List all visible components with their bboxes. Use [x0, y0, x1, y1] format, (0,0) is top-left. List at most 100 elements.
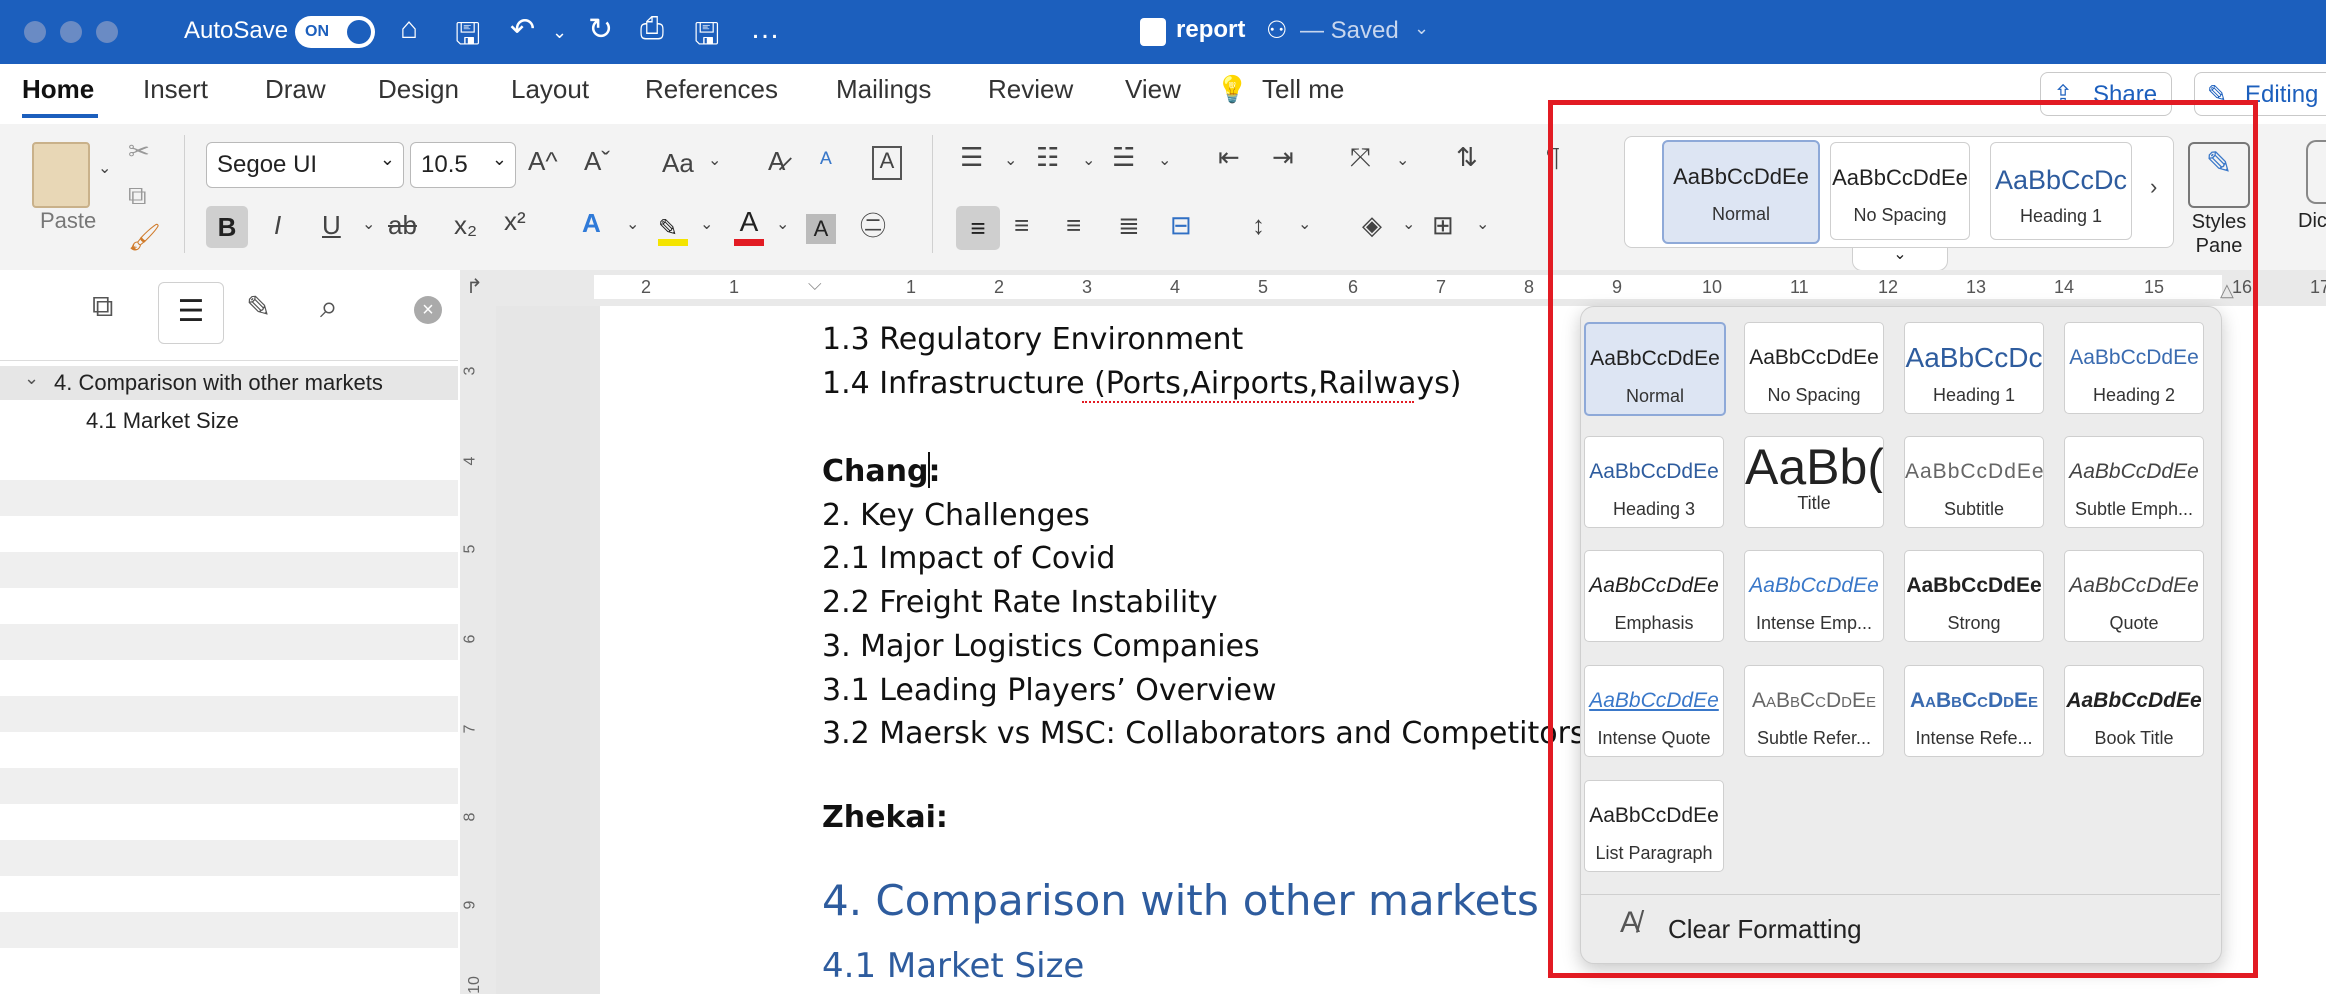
nav-item-heading-2[interactable]: 4.1 Market Size [86, 408, 239, 434]
change-case-button[interactable]: Aa [662, 148, 694, 179]
shading-icon[interactable]: ◈ [1362, 210, 1382, 241]
font-name-select[interactable]: Segoe UI ⌄ [206, 142, 404, 188]
nav-item-heading-1[interactable]: 4. Comparison with other markets [54, 370, 383, 396]
doc-line[interactable]: 2.2 Freight Rate Instability [822, 585, 1218, 620]
character-border-icon[interactable]: A [872, 146, 902, 180]
bold-button[interactable]: B [206, 206, 248, 248]
decrease-indent-icon[interactable]: ⇤ [1218, 142, 1240, 173]
text-effects-icon[interactable]: A [582, 208, 601, 239]
doc-line-zhekai[interactable]: Zhekai: [822, 800, 948, 835]
bullets-icon[interactable]: ☰ [960, 142, 983, 173]
save-as-icon[interactable]: 🖫 [694, 12, 720, 63]
chevron-down-icon[interactable]: ⌄ [776, 214, 789, 234]
chevron-down-icon[interactable]: ⌄ [1402, 214, 1415, 234]
cut-icon[interactable]: ✂ [128, 136, 150, 167]
tab-review[interactable]: Review [988, 74, 1073, 105]
undo-icon[interactable]: ↶ [510, 12, 535, 47]
doc-line[interactable]: 1.4 Infrastructure (Ports,Airports,Railw… [822, 366, 1462, 401]
chevron-down-icon[interactable]: ⌄ [1396, 150, 1409, 170]
highlight-icon[interactable]: ✎ [658, 214, 688, 246]
phonetic-guide-icon[interactable]: ᴬ [820, 146, 832, 177]
enclose-characters-icon[interactable]: ㊁ [860, 206, 886, 243]
tab-mailings[interactable]: Mailings [836, 74, 931, 105]
tab-references[interactable]: References [645, 74, 778, 105]
zoom-window-button[interactable] [96, 21, 118, 43]
copy-icon[interactable]: ⧉ [128, 180, 147, 212]
underline-button[interactable]: U [322, 210, 341, 241]
subscript-button[interactable]: x₂ [454, 210, 477, 241]
tab-home[interactable]: Home [22, 74, 94, 105]
tab-view[interactable]: View [1125, 74, 1181, 105]
document-name[interactable]: report [1176, 16, 1245, 44]
tab-stop-icon[interactable]: ↱ [466, 274, 483, 299]
justify-icon[interactable]: ≣ [1118, 210, 1140, 241]
align-right-icon[interactable]: ≡ [1066, 210, 1081, 241]
line-spacing-icon[interactable]: ↕ [1252, 210, 1265, 241]
thumbnails-icon[interactable]: ⧉ [92, 290, 113, 324]
minimize-window-button[interactable] [60, 21, 82, 43]
close-pane-icon[interactable]: × [414, 296, 442, 324]
character-shading-icon[interactable]: A [806, 214, 836, 244]
numbering-icon[interactable]: ☷ [1036, 142, 1059, 173]
vertical-ruler[interactable] [460, 306, 496, 994]
document-status[interactable]: — Saved [1300, 17, 1399, 45]
chevron-down-icon[interactable]: ⌄ [626, 214, 639, 234]
borders-icon[interactable]: ⊞ [1432, 210, 1454, 241]
superscript-button[interactable]: x² [504, 206, 526, 237]
status-chevron-icon[interactable]: ⌄ [1414, 18, 1429, 39]
align-left-button[interactable]: ≡ [956, 206, 1000, 250]
tab-insert[interactable]: Insert [143, 74, 208, 105]
text-direction-icon[interactable]: ⤧ [1350, 142, 1371, 174]
chevron-down-icon[interactable]: ⌄ [1476, 214, 1489, 234]
doc-heading-2[interactable]: 4.1 Market Size [822, 946, 1084, 986]
doc-line[interactable]: 3.1 Leading Players’ Overview [822, 673, 1277, 708]
print-icon[interactable]: ⎙ [640, 12, 664, 46]
doc-line[interactable]: 1.3 Regulatory Environment [822, 322, 1243, 357]
tell-me-search[interactable]: Tell me [1262, 74, 1344, 105]
tab-design[interactable]: Design [378, 74, 459, 105]
redo-icon[interactable]: ↻ [588, 12, 613, 47]
chevron-down-icon[interactable]: ⌄ [1298, 214, 1311, 234]
underline-chevron-icon[interactable]: ⌄ [362, 214, 375, 234]
paste-chevron-icon[interactable]: ⌄ [98, 158, 111, 178]
dictate-button[interactable]: Dic [2298, 210, 2326, 233]
paste-button[interactable]: Paste [40, 208, 96, 234]
first-line-indent-marker[interactable]: ⌵ [808, 274, 822, 295]
chevron-down-icon[interactable]: ⌄ [1004, 150, 1017, 170]
undo-dropdown-chevron-icon[interactable]: ⌄ [552, 22, 567, 43]
strikethrough-button[interactable]: ab [388, 210, 417, 241]
doc-line[interactable]: 2. Key Challenges [822, 498, 1090, 533]
chevron-down-icon[interactable]: ⌄ [1082, 150, 1095, 170]
clear-format-icon[interactable]: A̷ [768, 146, 785, 177]
increase-indent-icon[interactable]: ⇥ [1272, 142, 1294, 173]
chevron-down-icon[interactable]: ⌄ [708, 150, 721, 170]
more-icon[interactable]: … [750, 12, 780, 46]
save-icon[interactable]: 🖫 [455, 12, 481, 63]
search-icon[interactable]: ⌕ [320, 288, 338, 326]
chevron-down-icon[interactable]: ⌄ [700, 214, 713, 234]
shrink-font-icon[interactable]: Aˇ [584, 146, 610, 177]
doc-line[interactable]: 3. Major Logistics Companies [822, 629, 1260, 664]
align-center-icon[interactable]: ≡ [1014, 210, 1029, 241]
headings-tab-icon[interactable]: ☰ [158, 282, 224, 344]
doc-heading-1[interactable]: 4. Comparison with other markets [822, 876, 1539, 925]
sort-icon[interactable]: ⇅ [1456, 142, 1478, 173]
doc-line[interactable]: 2.1 Impact of Covid [822, 541, 1115, 576]
chevron-down-icon[interactable]: ⌄ [1158, 150, 1171, 170]
collapse-chevron-icon[interactable]: ⌄ [24, 368, 39, 389]
multilevel-list-icon[interactable]: ☱ [1112, 142, 1135, 173]
outline-edit-icon[interactable]: ✎ [246, 290, 271, 325]
distributed-icon[interactable]: ⊟ [1170, 210, 1192, 241]
grow-font-icon[interactable]: A^ [528, 146, 558, 177]
microphone-icon[interactable] [2306, 140, 2326, 204]
format-painter-icon[interactable]: 🖌 [128, 222, 161, 253]
tab-layout[interactable]: Layout [511, 74, 589, 105]
autosave-toggle[interactable]: ON [295, 16, 375, 48]
italic-button[interactable]: I [274, 210, 281, 241]
font-size-select[interactable]: 10.5 ⌄ [410, 142, 516, 188]
tab-draw[interactable]: Draw [265, 74, 326, 105]
doc-line[interactable]: 3.2 Maersk vs MSC: Collaborators and Com… [822, 716, 1586, 751]
home-icon[interactable]: ⌂ [400, 12, 418, 46]
font-color-icon[interactable]: A [734, 206, 764, 246]
doc-line-chang[interactable]: Chang: [822, 454, 940, 489]
